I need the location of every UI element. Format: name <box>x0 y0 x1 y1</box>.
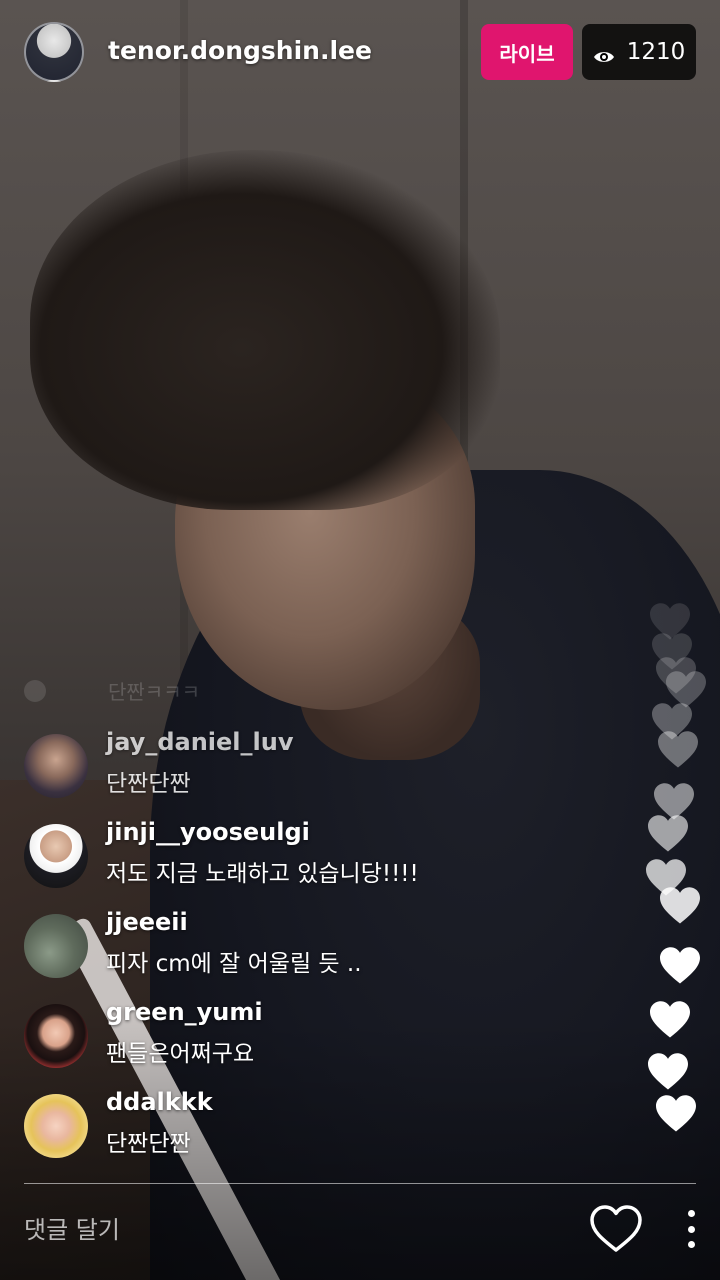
footer-divider <box>24 1183 696 1184</box>
comment-username[interactable]: jay_daniel_luv <box>106 728 293 756</box>
comment-item: jay_daniel_luv 단짠단짠 <box>24 728 644 802</box>
heart-icon <box>656 1095 696 1132</box>
viewer-count: 1210 <box>626 39 686 65</box>
live-badge: 라이브 <box>481 24 573 80</box>
comment-username[interactable]: green_yumi <box>106 998 263 1026</box>
heart-icon <box>658 731 698 768</box>
comment-item: ddalkkk 단짠단짠 <box>24 1088 644 1162</box>
faded-comment: 단짠ㅋㅋㅋ <box>24 676 200 705</box>
faded-comment-text: 단짠ㅋㅋㅋ <box>108 680 200 704</box>
host-avatar[interactable] <box>24 22 84 82</box>
comment-username[interactable]: jinji__yooseulgi <box>106 818 310 846</box>
commenter-avatar[interactable] <box>24 824 88 888</box>
heart-icon <box>648 1053 688 1090</box>
heart-icon <box>650 1001 690 1038</box>
more-vertical-icon-dot <box>687 1225 695 1233</box>
heart-outline-icon <box>590 1205 642 1252</box>
more-vertical-icon-dot <box>687 1241 695 1248</box>
commenter-avatar[interactable] <box>24 734 88 798</box>
live-header: tenor.dongshin.lee 라이브 1210 <box>0 0 720 110</box>
faded-comment-avatar <box>24 679 46 702</box>
like-button[interactable] <box>588 1203 644 1255</box>
comment-item: jjeeeii 피자 cm에 잘 어울릴 듯 .. <box>24 908 644 982</box>
comment-text: 팬들은어쩌구요 <box>106 1041 255 1067</box>
commenter-avatar[interactable] <box>24 1094 88 1158</box>
eye-icon <box>593 45 615 62</box>
comment-text: 단짠단짠 <box>106 1131 191 1157</box>
heart-icon <box>660 887 700 924</box>
more-vertical-icon <box>687 1210 695 1217</box>
comment-input[interactable] <box>24 1210 544 1250</box>
commenter-avatar[interactable] <box>24 914 88 978</box>
comment-text: 저도 지금 노래하고 있습니당!!!! <box>106 861 419 887</box>
heart-icon <box>660 947 700 984</box>
comment-text: 피자 cm에 잘 어울릴 듯 .. <box>106 951 362 977</box>
more-options-button[interactable] <box>680 1206 702 1252</box>
viewer-count-badge[interactable]: 1210 <box>582 24 696 80</box>
comment-text: 단짠단짠 <box>106 771 191 797</box>
floating-hearts <box>640 600 720 1140</box>
commenter-avatar[interactable] <box>24 1004 88 1068</box>
host-username[interactable]: tenor.dongshin.lee <box>108 36 372 65</box>
comment-username[interactable]: ddalkkk <box>106 1088 213 1116</box>
video-person-hair <box>30 150 500 510</box>
comment-item: green_yumi 팬들은어쩌구요 <box>24 998 644 1072</box>
comment-item: jinji__yooseulgi 저도 지금 노래하고 있습니당!!!! <box>24 818 644 892</box>
heart-icon <box>648 815 688 852</box>
comment-username[interactable]: jjeeeii <box>106 908 188 936</box>
